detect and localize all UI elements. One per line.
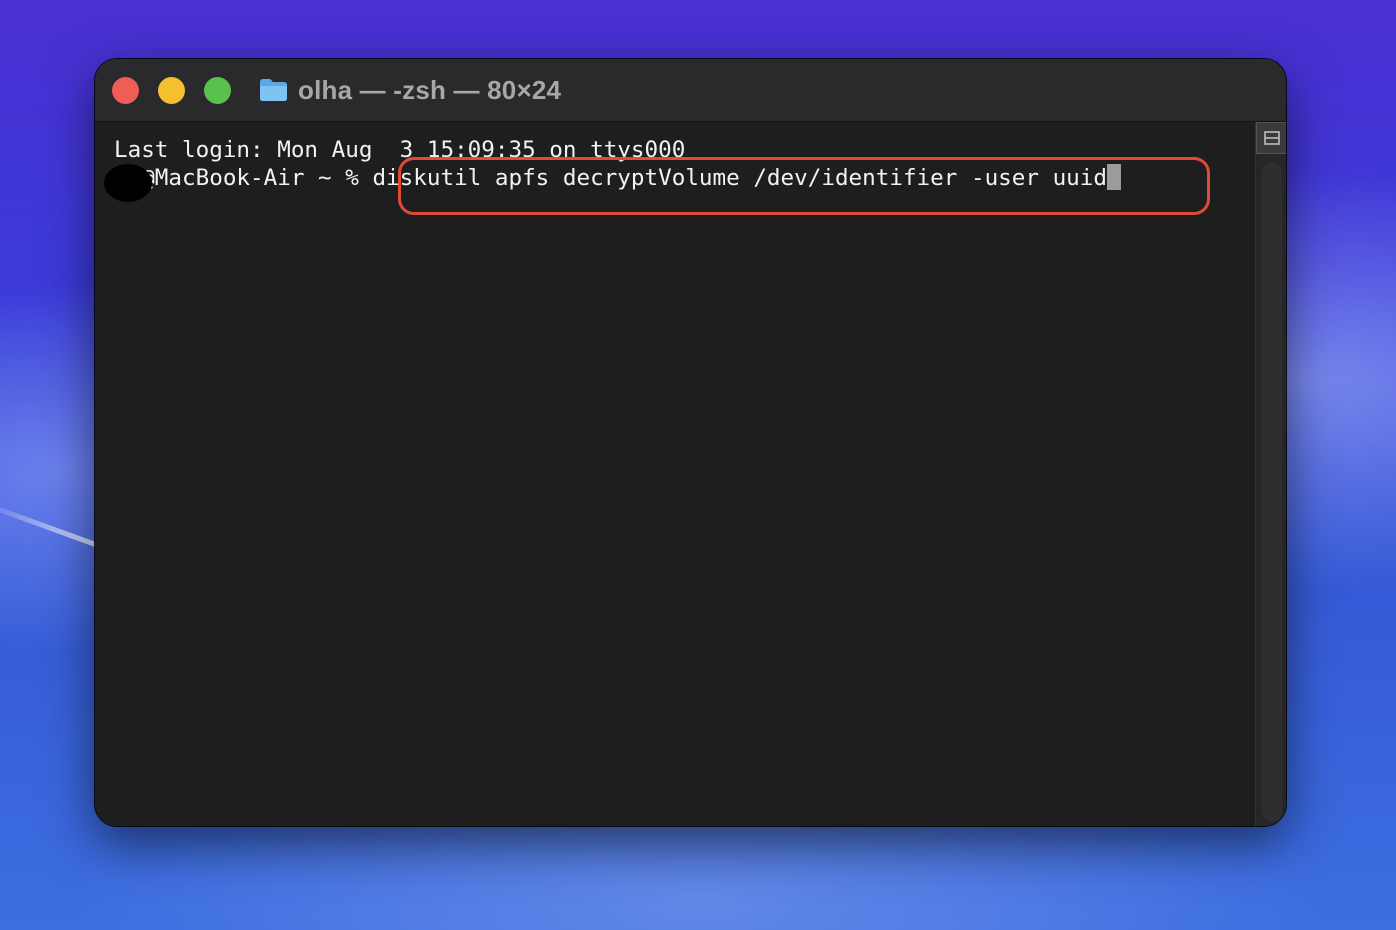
window-title: olha — -zsh — 80×24: [298, 74, 562, 105]
terminal-content[interactable]: Last login: Mon Aug 3 15:09:35 on ttys00…: [95, 122, 1255, 826]
title-bar[interactable]: olha — -zsh — 80×24: [95, 59, 1286, 122]
redaction-mark: [104, 164, 152, 202]
minimize-button[interactable]: [158, 77, 185, 104]
folder-icon: [260, 79, 287, 101]
scrollbar[interactable]: [1255, 122, 1286, 826]
terminal-window: olha — -zsh — 80×24 Last login: Mon Aug …: [95, 59, 1286, 826]
close-button[interactable]: [112, 77, 139, 104]
window-title-group: olha — -zsh — 80×24: [259, 75, 561, 105]
split-pane-button[interactable]: [1256, 122, 1286, 154]
maximize-button[interactable]: [204, 77, 231, 104]
scroll-channel[interactable]: [1262, 162, 1282, 822]
split-pane-icon: [1264, 131, 1280, 145]
prompt-text: ha@MacBook-Air ~ %: [114, 165, 373, 191]
command-highlight-box: [398, 157, 1210, 215]
